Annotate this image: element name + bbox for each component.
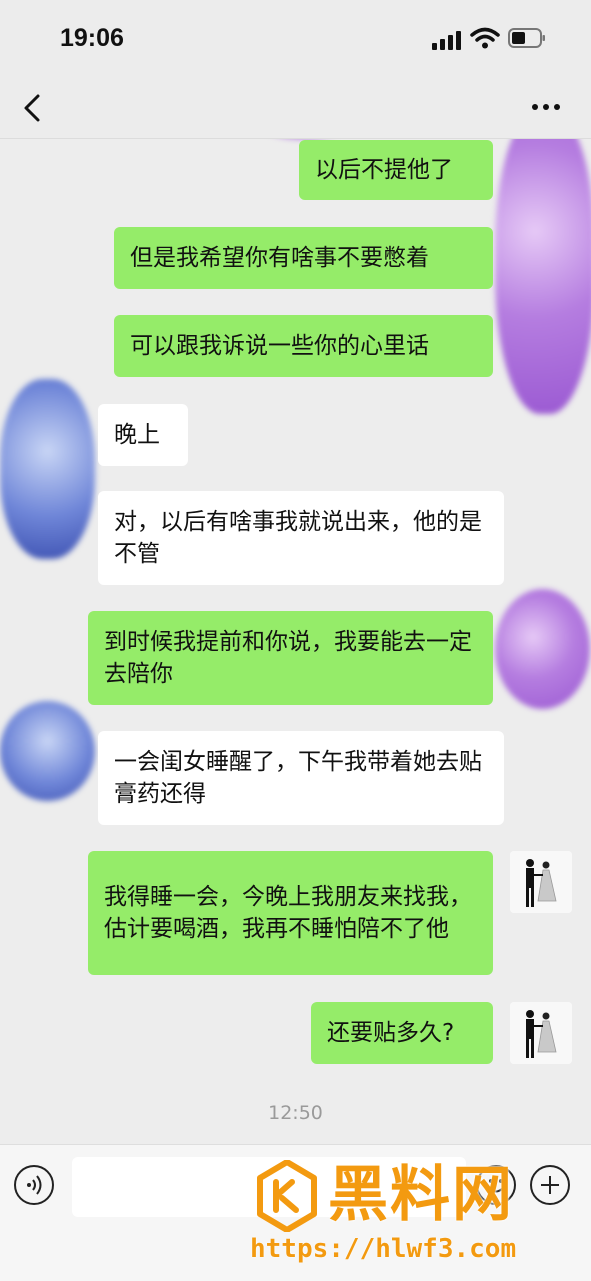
battery-icon bbox=[508, 28, 545, 48]
message-text: 但是我希望你有啥事不要憋着 bbox=[130, 245, 429, 271]
more-icon[interactable] bbox=[524, 92, 568, 122]
back-icon[interactable] bbox=[14, 88, 54, 128]
redaction-blob bbox=[495, 589, 590, 709]
chat-area[interactable]: 以后不提他了 但是我希望你有啥事不要憋着 可以跟我诉说一些你的心里话 晚上 对，… bbox=[0, 139, 591, 1144]
message-bubble-outgoing[interactable]: 还要贴多久? bbox=[311, 1002, 493, 1064]
message-timestamp: 12:50 bbox=[268, 1102, 323, 1124]
message-text: 我得睡一会，今晚上我朋友来找我，估计要喝酒，我再不睡怕陪不了他 bbox=[104, 884, 472, 942]
message-text: 以后不提他了 bbox=[315, 157, 453, 183]
message-text: 对，以后有啥事我就说出来，他的是不管 bbox=[114, 509, 482, 567]
message-text: 还要贴多久? bbox=[327, 1020, 455, 1046]
message-bubble-outgoing[interactable]: 可以跟我诉说一些你的心里话 bbox=[114, 315, 493, 377]
voice-icon[interactable] bbox=[14, 1165, 54, 1205]
message-text: 晚上 bbox=[114, 422, 160, 448]
status-time: 19:06 bbox=[60, 24, 124, 52]
message-bubble-incoming[interactable]: 一会闺女睡醒了，下午我带着她去贴膏药还得 bbox=[98, 731, 504, 825]
nav-bar bbox=[0, 80, 591, 139]
message-bubble-outgoing[interactable]: 我得睡一会，今晚上我朋友来找我，估计要喝酒，我再不睡怕陪不了他 bbox=[88, 851, 493, 975]
message-bubble-incoming[interactable]: 晚上 bbox=[98, 404, 188, 466]
message-bubble-incoming[interactable]: 对，以后有啥事我就说出来，他的是不管 bbox=[98, 491, 504, 585]
status-bar: 19:06 bbox=[0, 0, 591, 80]
wifi-icon bbox=[470, 27, 500, 49]
message-bubble-outgoing[interactable]: 但是我希望你有啥事不要憋着 bbox=[114, 227, 493, 289]
redaction-blob bbox=[0, 379, 95, 559]
watermark-title: 黑料网 bbox=[328, 1160, 514, 1230]
message-text: 到时候我提前和你说，我要能去一定去陪你 bbox=[104, 629, 472, 687]
message-text: 一会闺女睡醒了，下午我带着她去贴膏药还得 bbox=[114, 749, 482, 807]
redaction-blob bbox=[0, 701, 95, 801]
watermark-logo-icon bbox=[257, 1160, 317, 1232]
plus-icon[interactable] bbox=[530, 1165, 570, 1205]
message-bubble-outgoing[interactable]: 以后不提他了 bbox=[299, 140, 493, 200]
message-text: 可以跟我诉说一些你的心里话 bbox=[130, 333, 429, 359]
avatar[interactable] bbox=[510, 851, 572, 913]
signal-icon bbox=[432, 30, 464, 50]
couple-avatar-icon bbox=[510, 1002, 572, 1064]
redaction-blob bbox=[495, 139, 591, 414]
avatar[interactable] bbox=[510, 1002, 572, 1064]
couple-avatar-icon bbox=[510, 851, 572, 913]
watermark-url: https://hlwf3.com bbox=[250, 1234, 517, 1264]
message-bubble-outgoing[interactable]: 到时候我提前和你说，我要能去一定去陪你 bbox=[88, 611, 493, 705]
